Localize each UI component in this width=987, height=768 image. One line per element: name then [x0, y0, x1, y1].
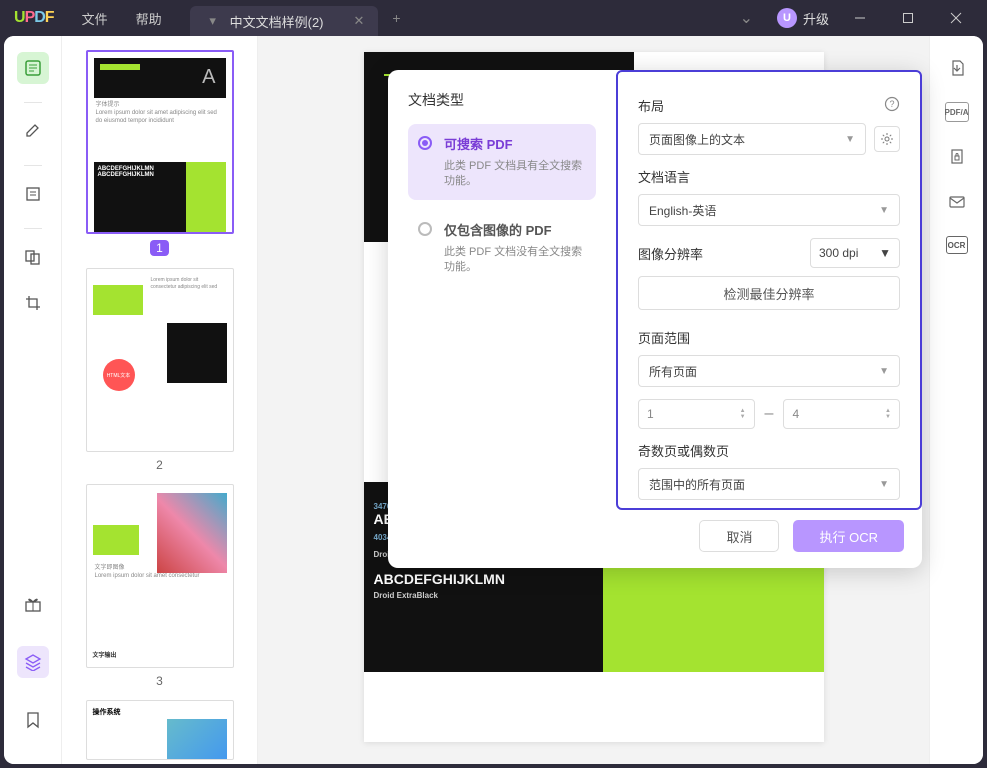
ocr-panel-footer: 取消 执行 OCR — [616, 510, 922, 568]
select-value: 300 dpi — [819, 246, 858, 260]
dpi-select[interactable]: 300 dpi ▼ — [810, 238, 900, 268]
spinner-value: 4 — [792, 407, 799, 421]
thumbnail-page-3[interactable]: 文字即图像Lorem ipsum dolor sit amet consecte… — [86, 484, 234, 688]
thumbnail-page-4[interactable]: 操作系统 — [86, 700, 234, 760]
thumbnail-page-1[interactable]: A 字体提示Lorem ipsum dolor sit amet adipisc… — [86, 50, 234, 256]
crop-pages-button[interactable] — [17, 287, 49, 319]
chevron-down-icon: ▼ — [879, 246, 891, 260]
doc-type-image-only[interactable]: 仅包含图像的 PDF 此类 PDF 文档没有全文搜索功能。 — [408, 210, 596, 286]
parity-label: 奇数页或偶数页 — [638, 441, 729, 460]
cancel-button[interactable]: 取消 — [699, 520, 779, 552]
thumbnail-page-2[interactable]: HTML文本 Lorem ipsum dolor sit consectetur… — [86, 268, 234, 472]
run-ocr-button[interactable]: 执行 OCR — [793, 520, 904, 552]
doc-type-searchable[interactable]: 可搜索 PDF 此类 PDF 文档具有全文搜索功能。 — [408, 124, 596, 200]
user-avatar: U — [777, 8, 797, 28]
thumbnail-panel: A 字体提示Lorem ipsum dolor sit amet adipisc… — [62, 36, 258, 764]
annotate-button[interactable] — [17, 115, 49, 147]
gift-button[interactable] — [17, 588, 49, 620]
ocr-settings-section: 布局 ? 页面图像上的文本 ▼ 文档语言 — [616, 70, 922, 510]
spin-down-icon[interactable]: ▼ — [740, 414, 746, 420]
parity-select[interactable]: 范围中的所有页面 ▼ — [638, 468, 900, 500]
upgrade-button[interactable]: U 升级 — [777, 8, 829, 28]
chevron-down-icon: ▼ — [879, 479, 889, 490]
upgrade-label: 升级 — [803, 9, 829, 28]
ocr-doc-type-section: 文档类型 可搜索 PDF 此类 PDF 文档具有全文搜索功能。 仅包含图像的 P… — [388, 70, 616, 568]
chevron-down-icon: ▼ — [879, 205, 889, 216]
doc-type-label: 仅包含图像的 PDF — [444, 220, 584, 239]
doc-type-desc: 此类 PDF 文档没有全文搜索功能。 — [444, 245, 584, 276]
chevron-down-icon: ▼ — [845, 134, 855, 145]
thumbnail-number: 1 — [150, 240, 169, 256]
bookmark-button[interactable] — [17, 704, 49, 736]
chevron-down-icon: ▼ — [879, 366, 889, 377]
ocr-button[interactable]: OCR — [946, 236, 968, 254]
select-value: 页面图像上的文本 — [649, 131, 745, 148]
doc-type-desc: 此类 PDF 文档具有全文搜索功能。 — [444, 159, 584, 190]
tab-title: 中文文档样例(2) — [230, 12, 324, 31]
range-label: 页面范围 — [638, 328, 690, 347]
titlebar: UPDF 文件 帮助 ▾ 中文文档样例(2) ✕ + ⌄ U 升级 — [0, 0, 987, 36]
detect-resolution-button[interactable]: 检测最佳分辨率 — [638, 276, 900, 310]
tab-menu-icon[interactable]: ▾ — [204, 13, 222, 29]
export-button[interactable] — [945, 56, 969, 80]
thumbnail-number: 2 — [156, 458, 163, 472]
new-tab-button[interactable]: + — [392, 10, 400, 26]
close-tab-icon[interactable]: ✕ — [354, 13, 365, 29]
layout-label: 布局 — [638, 96, 664, 115]
dpi-label: 图像分辨率 — [638, 244, 703, 263]
range-to-input[interactable]: 4 ▲▼ — [783, 399, 900, 429]
pdfa-button[interactable]: PDF/A — [945, 102, 969, 122]
svg-text:?: ? — [889, 99, 894, 109]
language-select[interactable]: English-英语 ▼ — [638, 194, 900, 226]
radio-icon — [418, 222, 432, 236]
range-from-input[interactable]: 1 ▲▼ — [638, 399, 755, 429]
thumbnail-number: 3 — [156, 674, 163, 688]
layout-select[interactable]: 页面图像上的文本 ▼ — [638, 123, 866, 155]
range-separator: – — [765, 405, 774, 423]
help-icon[interactable]: ? — [884, 96, 900, 115]
minimize-button[interactable] — [843, 3, 877, 33]
left-tool-rail — [4, 36, 62, 764]
select-value: 所有页面 — [649, 363, 697, 380]
select-value: 范围中的所有页面 — [649, 476, 745, 493]
app-logo: UPDF — [14, 9, 54, 27]
menu-help[interactable]: 帮助 — [136, 9, 162, 28]
radio-icon — [418, 136, 432, 150]
maximize-button[interactable] — [891, 3, 925, 33]
language-label: 文档语言 — [638, 167, 690, 186]
layers-button[interactable] — [17, 646, 49, 678]
spin-down-icon[interactable]: ▼ — [885, 414, 891, 420]
tab-overflow-icon[interactable]: ⌄ — [730, 4, 763, 32]
main-area: A 字体提示Lorem ipsum dolor sit amet adipisc… — [4, 36, 983, 764]
spinner-value: 1 — [647, 407, 654, 421]
select-value: English-英语 — [649, 202, 716, 219]
page-range-select[interactable]: 所有页面 ▼ — [638, 355, 900, 387]
right-tool-rail: PDF/A OCR — [929, 36, 983, 764]
document-tab[interactable]: ▾ 中文文档样例(2) ✕ — [190, 6, 379, 36]
protect-button[interactable] — [945, 144, 969, 168]
reader-mode-button[interactable] — [17, 52, 49, 84]
share-button[interactable] — [945, 190, 969, 214]
close-window-button[interactable] — [939, 3, 973, 33]
layout-settings-button[interactable] — [874, 126, 900, 152]
doc-type-label: 可搜索 PDF — [444, 134, 584, 153]
menu-file[interactable]: 文件 — [82, 9, 108, 28]
ocr-panel: 文档类型 可搜索 PDF 此类 PDF 文档具有全文搜索功能。 仅包含图像的 P… — [388, 70, 922, 568]
doc-type-title: 文档类型 — [408, 90, 596, 110]
organize-pages-button[interactable] — [17, 241, 49, 273]
edit-text-button[interactable] — [17, 178, 49, 210]
